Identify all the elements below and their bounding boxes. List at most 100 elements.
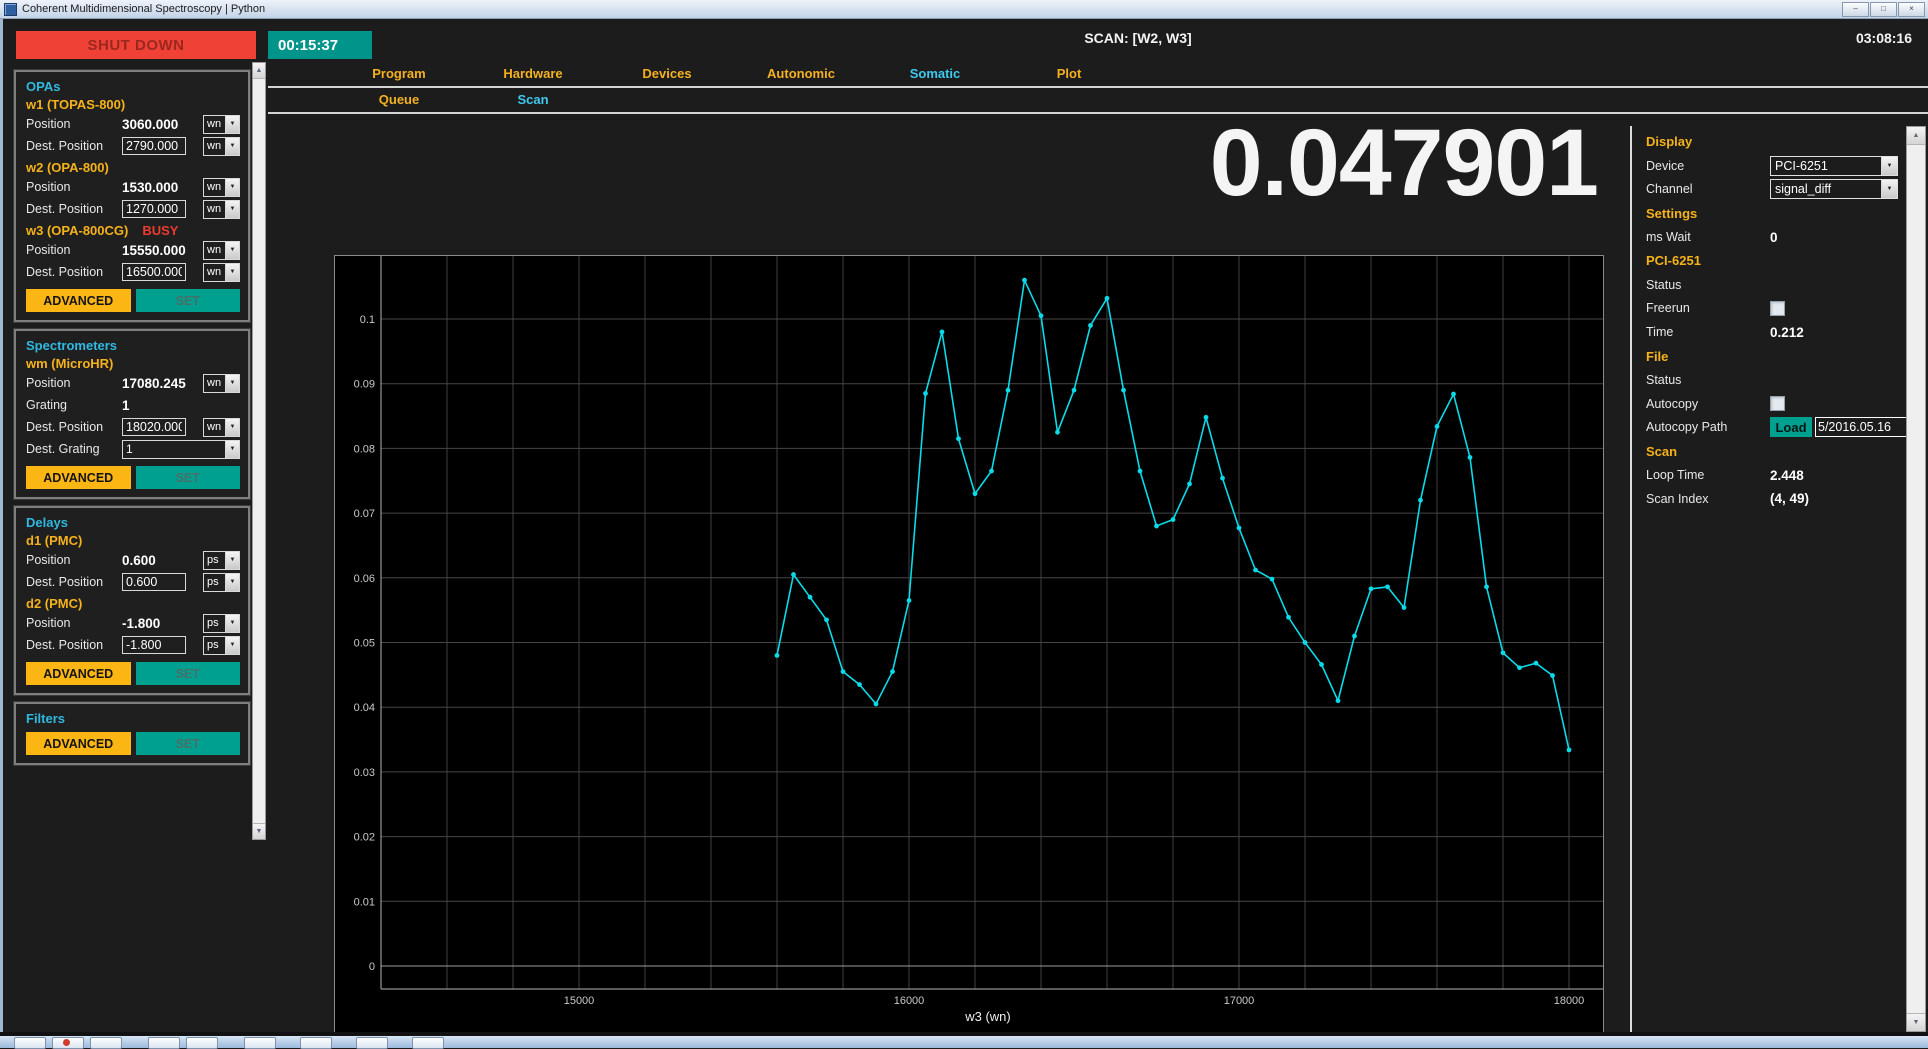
chevron-down-icon[interactable]: ▼: [225, 242, 239, 259]
dest-position-input[interactable]: [122, 263, 186, 281]
units-select[interactable]: wn▼: [203, 178, 240, 197]
scroll-down-icon[interactable]: ▼: [253, 823, 265, 839]
scroll-up-icon[interactable]: ▲: [1907, 127, 1925, 145]
panel-row-freerun: Freerun: [1646, 297, 1902, 321]
advanced-button[interactable]: ADVANCED: [26, 662, 131, 685]
chevron-down-icon[interactable]: ▼: [1881, 157, 1897, 175]
chevron-down-icon[interactable]: ▼: [225, 419, 239, 436]
position-readout: 1: [122, 398, 240, 413]
scroll-down-icon[interactable]: ▼: [1907, 1013, 1925, 1031]
tab-somatic[interactable]: Somatic: [868, 66, 1002, 86]
position-readout: 17080.245: [122, 376, 203, 391]
chevron-down-icon[interactable]: ▼: [1881, 180, 1897, 198]
units-select[interactable]: wn▼: [203, 263, 240, 282]
set-button[interactable]: SET: [136, 466, 241, 489]
channel-select[interactable]: signal_diff▼: [1770, 179, 1898, 199]
row-label: Dest. Position: [26, 575, 122, 589]
taskbar-item[interactable]: [186, 1037, 218, 1049]
units-select[interactable]: wn▼: [203, 200, 240, 219]
units-select[interactable]: ps▼: [203, 614, 240, 633]
data-point-marker: [1220, 476, 1225, 481]
chevron-down-icon[interactable]: ▼: [225, 138, 239, 155]
units-select[interactable]: wn▼: [203, 137, 240, 156]
advanced-button[interactable]: ADVANCED: [26, 289, 131, 312]
chevron-down-icon[interactable]: ▼: [225, 574, 239, 591]
right-panel-scrollbar[interactable]: ▲ ▼: [1906, 126, 1926, 1032]
row-label: Dest. Position: [26, 420, 122, 434]
taskbar-item[interactable]: [148, 1037, 180, 1049]
data-point-marker: [791, 572, 796, 577]
data-point-marker: [874, 702, 879, 707]
close-button[interactable]: ×: [1898, 2, 1925, 17]
chevron-down-icon[interactable]: ▼: [225, 441, 239, 458]
advanced-button[interactable]: ADVANCED: [26, 732, 131, 755]
chevron-down-icon[interactable]: ▼: [225, 615, 239, 632]
chevron-down-icon[interactable]: ▼: [225, 637, 239, 654]
tab-devices[interactable]: Devices: [600, 66, 734, 86]
set-button[interactable]: SET: [136, 662, 241, 685]
dest-position-input[interactable]: [122, 200, 186, 218]
unit-value: ps: [204, 637, 225, 654]
chevron-down-icon[interactable]: ▼: [225, 375, 239, 392]
device-name: w3 (OPA-800CG)BUSY: [26, 223, 240, 238]
device-select[interactable]: PCI-6251▼: [1770, 156, 1898, 176]
units-select[interactable]: ps▼: [203, 573, 240, 592]
tab-plot[interactable]: Plot: [1002, 66, 1136, 86]
taskbar-item[interactable]: [412, 1037, 444, 1049]
section-header: Display: [1646, 134, 1692, 149]
dest-position-input[interactable]: [122, 636, 186, 654]
os-taskbar: [0, 1032, 1928, 1048]
taskbar-item[interactable]: [14, 1037, 46, 1049]
taskbar-item[interactable]: [356, 1037, 388, 1049]
data-point-marker: [1484, 584, 1489, 589]
taskbar-item[interactable]: [90, 1037, 122, 1049]
left-panel-scrollbar[interactable]: ▲ ▼: [252, 62, 266, 840]
taskbar-item[interactable]: [300, 1037, 332, 1049]
tab-program[interactable]: Program: [332, 66, 466, 86]
minimize-button[interactable]: –: [1842, 2, 1869, 17]
tab-hardware[interactable]: Hardware: [466, 66, 600, 86]
units-select[interactable]: wn▼: [203, 241, 240, 260]
scroll-up-icon[interactable]: ▲: [253, 63, 265, 79]
row-label: Position: [26, 553, 122, 567]
subtab-scan[interactable]: Scan: [466, 92, 600, 112]
units-select[interactable]: ps▼: [203, 551, 240, 570]
row-label: Position: [26, 243, 122, 257]
subtab-queue[interactable]: Queue: [332, 92, 466, 112]
units-select[interactable]: ps▼: [203, 636, 240, 655]
row-label: Dest. Grating: [26, 442, 122, 456]
load-path-button[interactable]: Load: [1770, 417, 1812, 437]
units-select[interactable]: wn▼: [203, 115, 240, 134]
dest-position-input[interactable]: [122, 418, 186, 436]
chevron-down-icon[interactable]: ▼: [225, 179, 239, 196]
taskbar-item[interactable]: [244, 1037, 276, 1049]
units-select[interactable]: wn▼: [203, 374, 240, 393]
chevron-down-icon[interactable]: ▼: [225, 201, 239, 218]
group-filters: FiltersADVANCEDSET: [14, 702, 250, 765]
set-button[interactable]: SET: [136, 732, 241, 755]
maximize-button[interactable]: □: [1870, 2, 1897, 17]
hardware-row: Position3060.000wn▼: [26, 113, 240, 135]
autocopy-path-field[interactable]: 5/2016.05.16: [1815, 417, 1909, 437]
set-button[interactable]: SET: [136, 289, 241, 312]
section-header: Settings: [1646, 206, 1697, 221]
autocopy-checkbox[interactable]: [1770, 396, 1785, 411]
dest-position-input[interactable]: [122, 137, 186, 155]
freerun-checkbox[interactable]: [1770, 301, 1785, 316]
data-point-marker: [1385, 584, 1390, 589]
taskbar-item[interactable]: [52, 1037, 84, 1049]
module-tab-bar: ProgramHardwareDevicesAutonomicSomaticPl…: [268, 60, 1928, 88]
unit-value: wn: [204, 375, 225, 392]
clock-label: 03:08:16: [1856, 30, 1912, 46]
dest-position-input[interactable]: [122, 573, 186, 591]
chevron-down-icon[interactable]: ▼: [225, 264, 239, 281]
tab-autonomic[interactable]: Autonomic: [734, 66, 868, 86]
units-select[interactable]: wn▼: [203, 418, 240, 437]
chevron-down-icon[interactable]: ▼: [225, 552, 239, 569]
group-title: OPAs: [26, 79, 240, 94]
advanced-button[interactable]: ADVANCED: [26, 466, 131, 489]
chevron-down-icon[interactable]: ▼: [225, 116, 239, 133]
data-point-marker: [1418, 498, 1423, 503]
shutdown-button[interactable]: SHUT DOWN: [16, 31, 256, 59]
dest-grating-select[interactable]: 1▼: [122, 440, 240, 459]
